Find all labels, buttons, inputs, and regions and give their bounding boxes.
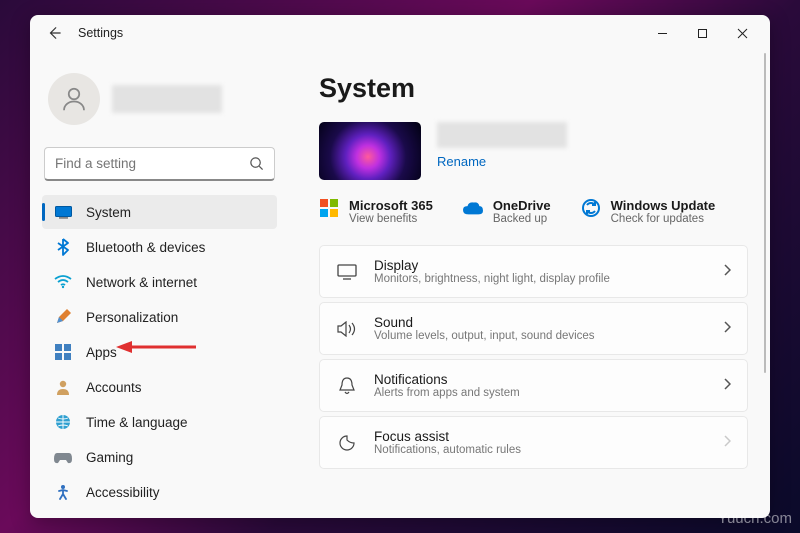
- sidebar-item-apps[interactable]: Apps: [42, 335, 277, 369]
- status-sub: View benefits: [349, 213, 433, 225]
- card-display[interactable]: Display Monitors, brightness, night ligh…: [319, 245, 748, 298]
- sidebar-item-gaming[interactable]: Gaming: [42, 440, 277, 474]
- avatar: [48, 73, 100, 125]
- wifi-icon: [54, 273, 72, 291]
- back-arrow-icon: [47, 26, 61, 40]
- profile-name-redacted: [112, 85, 222, 113]
- close-button[interactable]: [722, 17, 762, 49]
- microsoft365-icon: [319, 198, 339, 218]
- settings-cards: Display Monitors, brightness, night ligh…: [319, 245, 748, 469]
- search-icon: [249, 156, 264, 171]
- card-sub: Notifications, automatic rules: [374, 444, 707, 456]
- maximize-icon: [697, 28, 708, 39]
- notifications-icon: [336, 377, 358, 395]
- card-sub: Volume levels, output, input, sound devi…: [374, 330, 707, 342]
- main-panel: System Rename Microsoft 365 View benefit…: [285, 51, 770, 518]
- status-windows-update[interactable]: Windows Update Check for updates: [581, 198, 716, 225]
- minimize-button[interactable]: [642, 17, 682, 49]
- card-title: Notifications: [374, 372, 707, 387]
- onedrive-icon: [463, 198, 483, 218]
- person-icon: [59, 84, 89, 114]
- card-sub: Alerts from apps and system: [374, 387, 707, 399]
- sound-icon: [336, 321, 358, 337]
- profile-section[interactable]: [42, 55, 277, 143]
- page-title: System: [319, 73, 748, 104]
- card-title: Sound: [374, 315, 707, 330]
- display-icon: [336, 264, 358, 280]
- status-sub: Check for updates: [611, 213, 716, 225]
- card-sub: Monitors, brightness, night light, displ…: [374, 273, 707, 285]
- status-title: Microsoft 365: [349, 198, 433, 213]
- card-focus-assist[interactable]: Focus assist Notifications, automatic ru…: [319, 416, 748, 469]
- device-thumbnail[interactable]: [319, 122, 421, 180]
- card-sound[interactable]: Sound Volume levels, output, input, soun…: [319, 302, 748, 355]
- apps-icon: [54, 343, 72, 361]
- nav-label: System: [86, 205, 131, 220]
- nav-label: Bluetooth & devices: [86, 240, 205, 255]
- search-box[interactable]: [44, 147, 275, 181]
- close-icon: [737, 28, 748, 39]
- content-area: System Bluetooth & devices Network & int…: [30, 51, 770, 518]
- accessibility-icon: [54, 483, 72, 501]
- windows-update-icon: [581, 198, 601, 218]
- nav-label: Personalization: [86, 310, 178, 325]
- scrollbar[interactable]: [764, 53, 766, 373]
- personalization-icon: [54, 308, 72, 326]
- card-title: Display: [374, 258, 707, 273]
- sidebar-item-system[interactable]: System: [42, 195, 277, 229]
- sidebar: System Bluetooth & devices Network & int…: [30, 51, 285, 518]
- status-title: OneDrive: [493, 198, 551, 213]
- maximize-button[interactable]: [682, 17, 722, 49]
- status-microsoft365[interactable]: Microsoft 365 View benefits: [319, 198, 433, 225]
- rename-link[interactable]: Rename: [437, 154, 567, 169]
- gaming-icon: [54, 448, 72, 466]
- status-title: Windows Update: [611, 198, 716, 213]
- status-onedrive[interactable]: OneDrive Backed up: [463, 198, 551, 225]
- status-sub: Backed up: [493, 213, 551, 225]
- time-language-icon: [54, 413, 72, 431]
- bluetooth-icon: [54, 238, 72, 256]
- sidebar-item-accounts[interactable]: Accounts: [42, 370, 277, 404]
- card-title: Focus assist: [374, 429, 707, 444]
- device-info: Rename: [437, 122, 567, 169]
- sidebar-item-bluetooth[interactable]: Bluetooth & devices: [42, 230, 277, 264]
- sidebar-item-personalization[interactable]: Personalization: [42, 300, 277, 334]
- nav-label: Apps: [86, 345, 117, 360]
- titlebar: Settings: [30, 15, 770, 51]
- chevron-right-icon: [723, 263, 731, 281]
- chevron-right-icon: [723, 377, 731, 395]
- nav-label: Accessibility: [86, 485, 160, 500]
- accounts-icon: [54, 378, 72, 396]
- nav-list: System Bluetooth & devices Network & int…: [42, 195, 277, 509]
- watermark: Yuucn.com: [718, 510, 792, 527]
- back-button[interactable]: [38, 17, 70, 49]
- focus-assist-icon: [336, 435, 358, 451]
- nav-label: Network & internet: [86, 275, 197, 290]
- system-icon: [54, 203, 72, 221]
- search-input[interactable]: [55, 156, 249, 171]
- card-notifications[interactable]: Notifications Alerts from apps and syste…: [319, 359, 748, 412]
- nav-label: Accounts: [86, 380, 142, 395]
- titlebar-title: Settings: [78, 26, 123, 40]
- nav-label: Gaming: [86, 450, 133, 465]
- chevron-right-icon: [723, 434, 731, 452]
- sidebar-item-time-language[interactable]: Time & language: [42, 405, 277, 439]
- status-row: Microsoft 365 View benefits OneDrive Bac…: [319, 198, 748, 225]
- minimize-icon: [657, 28, 668, 39]
- window-controls: [642, 17, 762, 49]
- chevron-right-icon: [723, 320, 731, 338]
- sidebar-item-accessibility[interactable]: Accessibility: [42, 475, 277, 509]
- sidebar-item-network[interactable]: Network & internet: [42, 265, 277, 299]
- device-row: Rename: [319, 122, 748, 180]
- device-name-redacted: [437, 122, 567, 148]
- nav-label: Time & language: [86, 415, 188, 430]
- settings-window: Settings: [30, 15, 770, 518]
